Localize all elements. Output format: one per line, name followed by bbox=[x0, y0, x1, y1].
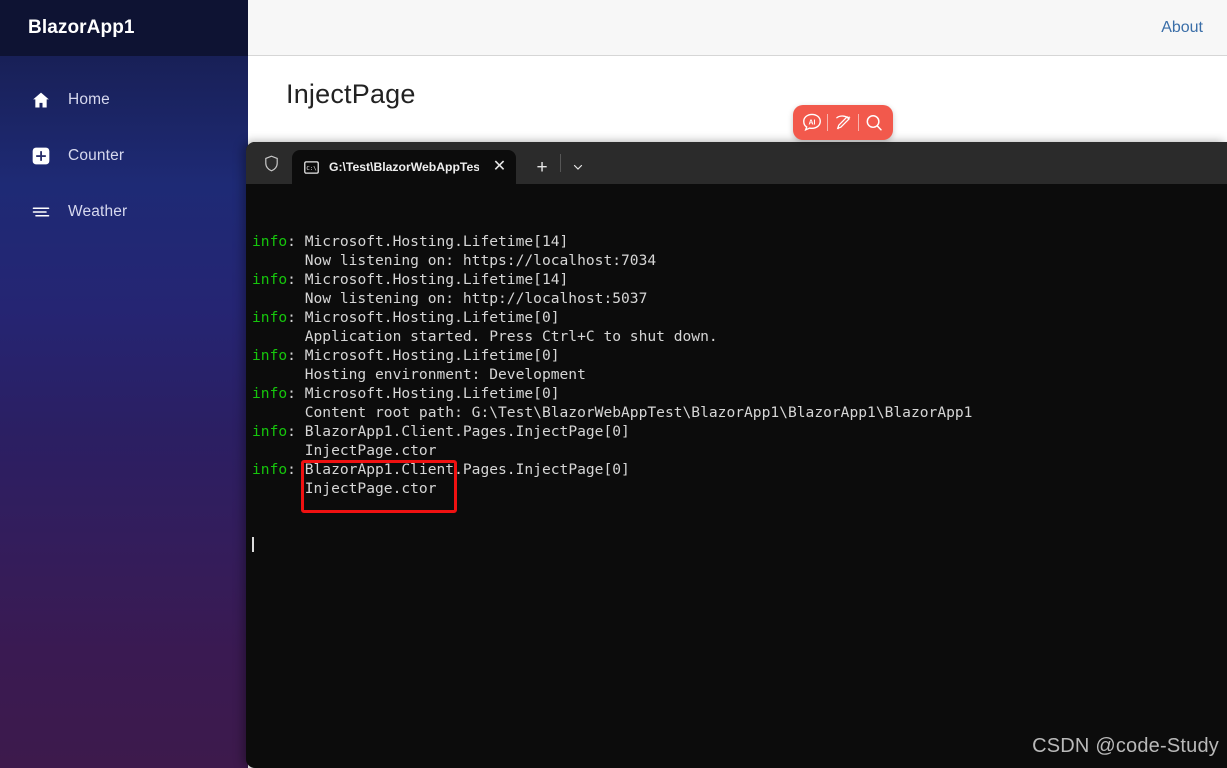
log-level-token: info bbox=[252, 423, 288, 440]
terminal-output[interactable]: info: Microsoft.Hosting.Lifetime[14] Now… bbox=[246, 184, 1227, 768]
app-root: BlazorApp1 Home Counter Weather About In… bbox=[0, 0, 1227, 768]
terminal-line: info: Microsoft.Hosting.Lifetime[14] bbox=[252, 270, 1227, 289]
terminal-line: Content root path: G:\Test\BlazorWebAppT… bbox=[252, 403, 1227, 422]
log-level-token: info bbox=[252, 347, 288, 364]
terminal-cursor bbox=[252, 537, 254, 552]
shield-icon[interactable] bbox=[254, 146, 288, 180]
sidebar-item-weather[interactable]: Weather bbox=[0, 190, 248, 234]
search-icon[interactable] bbox=[859, 108, 889, 138]
terminal-line: Application started. Press Ctrl+C to shu… bbox=[252, 327, 1227, 346]
terminal-lines: info: Microsoft.Hosting.Lifetime[14] Now… bbox=[252, 232, 1227, 498]
sidebar-item-home[interactable]: Home bbox=[0, 78, 248, 122]
svg-text:AI: AI bbox=[809, 119, 816, 126]
terminal-line: Now listening on: http://localhost:5037 bbox=[252, 289, 1227, 308]
log-text: Content root path: G:\Test\BlazorWebAppT… bbox=[252, 404, 973, 421]
log-text: : BlazorApp1.Client.Pages.InjectPage[0] bbox=[287, 461, 630, 478]
tabbar-divider bbox=[560, 154, 561, 172]
sidebar-item-weather-label: Weather bbox=[68, 203, 128, 220]
terminal-line: info: Microsoft.Hosting.Lifetime[0] bbox=[252, 346, 1227, 365]
log-text: Hosting environment: Development bbox=[252, 366, 586, 383]
sidebar-nav: Home Counter Weather bbox=[0, 56, 248, 234]
sidebar-header: BlazorApp1 bbox=[0, 0, 248, 56]
sidebar-item-home-label: Home bbox=[68, 91, 110, 108]
log-level-token: info bbox=[252, 461, 288, 478]
app-brand-title: BlazorApp1 bbox=[28, 17, 135, 38]
terminal-line: info: BlazorApp1.Client.Pages.InjectPage… bbox=[252, 422, 1227, 441]
log-text: : Microsoft.Hosting.Lifetime[0] bbox=[287, 385, 560, 402]
chevron-down-icon[interactable] bbox=[563, 150, 593, 184]
page-title: InjectPage bbox=[286, 79, 416, 109]
log-text: Now listening on: https://localhost:7034 bbox=[252, 252, 657, 269]
log-text: InjectPage.ctor bbox=[252, 480, 437, 497]
terminal-line: InjectPage.ctor bbox=[252, 441, 1227, 460]
log-text: : Microsoft.Hosting.Lifetime[14] bbox=[287, 271, 569, 288]
sidebar-item-counter-label: Counter bbox=[68, 147, 125, 164]
log-level-token: info bbox=[252, 309, 288, 326]
magic-pen-icon[interactable] bbox=[828, 108, 858, 138]
log-text: Now listening on: http://localhost:5037 bbox=[252, 290, 648, 307]
terminal-tab[interactable]: C:\ G:\Test\BlazorWebAppTest\Bla ✕ bbox=[292, 150, 516, 184]
terminal-line: Hosting environment: Development bbox=[252, 365, 1227, 384]
log-text: InjectPage.ctor bbox=[252, 442, 437, 459]
terminal-tab-title: G:\Test\BlazorWebAppTest\Bla bbox=[329, 160, 479, 174]
about-link[interactable]: About bbox=[1161, 19, 1203, 37]
terminal-window: C:\ G:\Test\BlazorWebAppTest\Bla ✕ + inf… bbox=[246, 142, 1227, 768]
top-bar: About bbox=[248, 0, 1227, 56]
log-text: : BlazorApp1.Client.Pages.InjectPage[0] bbox=[287, 423, 630, 440]
terminal-line: Now listening on: https://localhost:7034 bbox=[252, 251, 1227, 270]
home-icon bbox=[30, 89, 52, 111]
console-cmd-icon: C:\ bbox=[303, 159, 320, 176]
log-text: : Microsoft.Hosting.Lifetime[14] bbox=[287, 233, 569, 250]
close-icon[interactable]: ✕ bbox=[491, 159, 508, 175]
sidebar: BlazorApp1 Home Counter Weather bbox=[0, 0, 248, 768]
log-text: : Microsoft.Hosting.Lifetime[0] bbox=[287, 309, 560, 326]
terminal-line: info: Microsoft.Hosting.Lifetime[0] bbox=[252, 384, 1227, 403]
new-tab-button[interactable]: + bbox=[526, 150, 558, 184]
terminal-tab-bar: C:\ G:\Test\BlazorWebAppTest\Bla ✕ + bbox=[246, 142, 1227, 184]
log-text: : Microsoft.Hosting.Lifetime[0] bbox=[287, 347, 560, 364]
terminal-prompt-line bbox=[252, 536, 1227, 555]
sidebar-item-counter[interactable]: Counter bbox=[0, 134, 248, 178]
ai-assistant-icon[interactable]: AI bbox=[797, 108, 827, 138]
terminal-line: info: Microsoft.Hosting.Lifetime[14] bbox=[252, 232, 1227, 251]
plus-square-icon bbox=[30, 145, 52, 167]
list-lines-icon bbox=[30, 201, 52, 223]
log-text: Application started. Press Ctrl+C to shu… bbox=[252, 328, 718, 345]
terminal-line: info: BlazorApp1.Client.Pages.InjectPage… bbox=[252, 460, 1227, 479]
log-level-token: info bbox=[252, 385, 288, 402]
watermark-text: CSDN @code-Study bbox=[1032, 735, 1219, 757]
svg-text:C:\: C:\ bbox=[306, 166, 316, 172]
terminal-line: info: Microsoft.Hosting.Lifetime[0] bbox=[252, 308, 1227, 327]
log-level-token: info bbox=[252, 271, 288, 288]
terminal-line: InjectPage.ctor bbox=[252, 479, 1227, 498]
log-level-token: info bbox=[252, 233, 288, 250]
floating-ai-toolbar[interactable]: AI bbox=[793, 105, 893, 140]
